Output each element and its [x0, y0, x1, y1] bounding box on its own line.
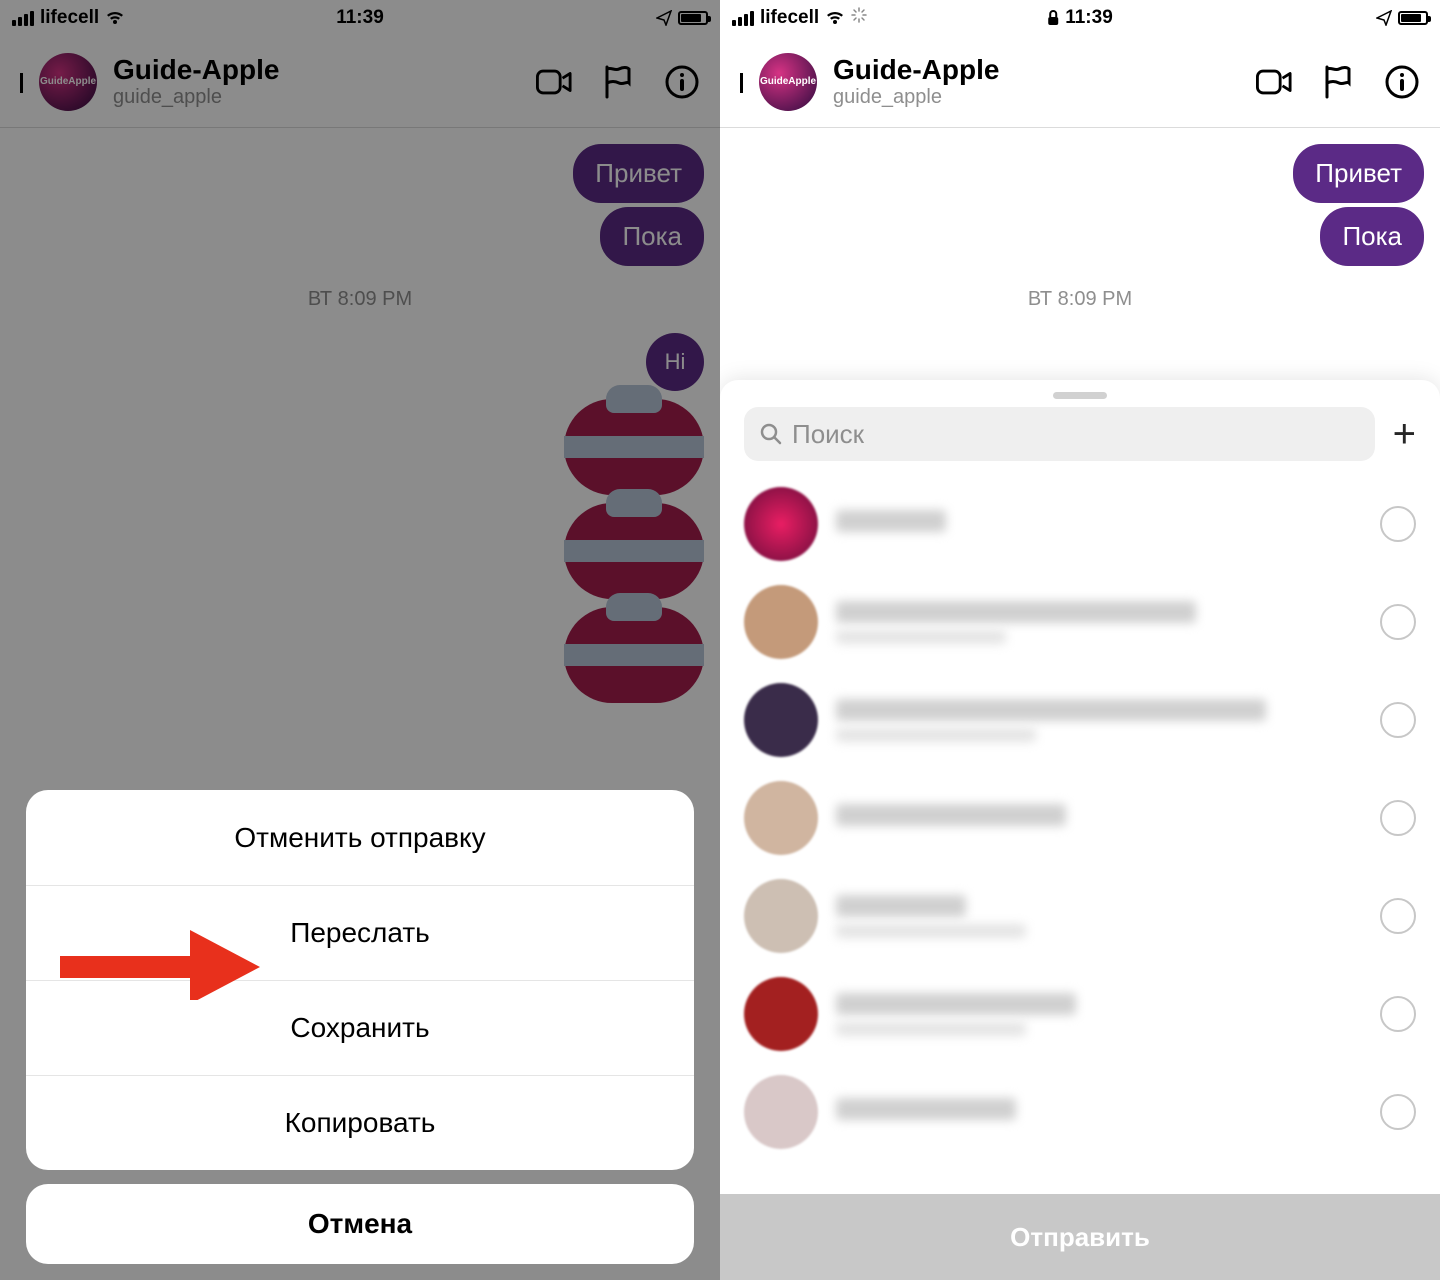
contact-row[interactable] — [720, 965, 1440, 1063]
contact-row[interactable] — [720, 1063, 1440, 1161]
unsend-action[interactable]: Отменить отправку — [26, 790, 694, 885]
location-icon — [1376, 10, 1392, 26]
carrier-label: lifecell — [760, 7, 819, 29]
contact-avatar — [744, 585, 818, 659]
status-bar: lifecell 11:39 — [720, 0, 1440, 36]
avatar[interactable]: GuideApple — [759, 53, 817, 111]
save-action[interactable]: Сохранить — [26, 980, 694, 1075]
status-time: 11:39 — [1065, 7, 1113, 29]
signal-icon — [732, 11, 754, 26]
contact-label — [836, 895, 1362, 938]
search-input[interactable]: Поиск — [744, 407, 1375, 461]
contact-label — [836, 699, 1362, 742]
share-sheet: Поиск + Отправить — [720, 380, 1440, 1280]
chat-title: Guide-Apple — [833, 54, 999, 86]
forward-action[interactable]: Переслать — [26, 885, 694, 980]
wifi-icon — [825, 10, 845, 26]
video-call-icon[interactable] — [1256, 64, 1292, 100]
battery-icon — [1398, 11, 1428, 25]
screen-left: lifecell 11:39 GuideApple Guide-Apple gu… — [0, 0, 720, 1280]
contact-row[interactable] — [720, 671, 1440, 769]
info-icon[interactable] — [1384, 64, 1420, 100]
select-radio[interactable] — [1380, 996, 1416, 1032]
contact-avatar — [744, 977, 818, 1051]
message-bubble[interactable]: Привет — [1293, 144, 1424, 203]
new-group-button[interactable]: + — [1393, 414, 1416, 454]
contact-avatar — [744, 487, 818, 561]
loading-icon — [851, 7, 867, 29]
contact-avatar — [744, 879, 818, 953]
contact-row[interactable] — [720, 769, 1440, 867]
contact-label — [836, 510, 1362, 539]
sheet-grabber[interactable] — [1053, 392, 1107, 399]
contact-label — [836, 804, 1362, 833]
copy-action[interactable]: Копировать — [26, 1075, 694, 1170]
message-bubble[interactable]: Пока — [1320, 207, 1424, 266]
search-icon — [760, 423, 782, 445]
contact-avatar — [744, 683, 818, 757]
contact-label — [836, 993, 1362, 1036]
chat-header: GuideApple Guide-Apple guide_apple — [720, 36, 1440, 128]
send-button[interactable]: Отправить — [720, 1194, 1440, 1280]
flag-icon[interactable] — [1320, 64, 1356, 100]
select-radio[interactable] — [1380, 898, 1416, 934]
contact-avatar — [744, 1075, 818, 1149]
screen-right: lifecell 11:39 GuideApple Guide-Apple — [720, 0, 1440, 1280]
timestamp: ВТ 8:09 PM — [736, 288, 1424, 311]
lock-icon — [1047, 10, 1059, 26]
contact-row[interactable] — [720, 867, 1440, 965]
contact-row[interactable] — [720, 573, 1440, 671]
cancel-action[interactable]: Отмена — [26, 1184, 694, 1264]
action-sheet: Отменить отправку Переслать Сохранить Ко… — [26, 790, 694, 1264]
select-radio[interactable] — [1380, 604, 1416, 640]
contact-label — [836, 601, 1362, 644]
contact-label — [836, 1098, 1362, 1127]
select-radio[interactable] — [1380, 800, 1416, 836]
search-placeholder: Поиск — [792, 419, 864, 450]
select-radio[interactable] — [1380, 506, 1416, 542]
select-radio[interactable] — [1380, 702, 1416, 738]
contact-row[interactable] — [720, 475, 1440, 573]
contact-avatar — [744, 781, 818, 855]
back-button[interactable] — [740, 73, 743, 91]
select-radio[interactable] — [1380, 1094, 1416, 1130]
chat-username: guide_apple — [833, 86, 999, 109]
